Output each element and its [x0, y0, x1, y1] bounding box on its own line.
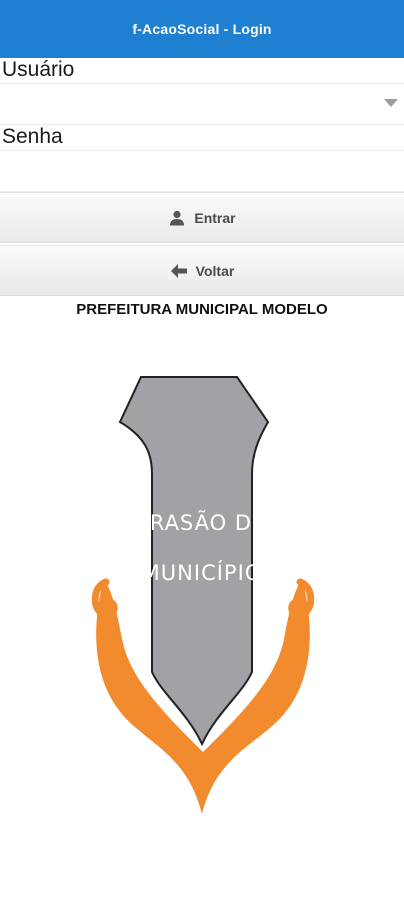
chevron-down-icon[interactable] [384, 99, 398, 107]
arrow-left-icon [170, 263, 188, 279]
back-button-label: Voltar [195, 262, 235, 279]
back-button[interactable]: Voltar [0, 245, 404, 296]
login-button-label: Entrar [194, 209, 236, 226]
crest-text-line1: BRASÃO DO [134, 509, 269, 535]
password-field[interactable] [0, 150, 404, 192]
user-label: Usuário [2, 58, 75, 81]
login-button[interactable]: Entrar [0, 192, 404, 243]
password-label: Senha [2, 125, 63, 148]
municipal-crest-logo: BRASÃO DO MUNICÍPIO [92, 376, 314, 814]
app-title: f-AcaoSocial - Login [132, 21, 272, 37]
crest-text-line2: MUNICÍPIO [142, 560, 263, 585]
app-header: f-AcaoSocial - Login [0, 0, 404, 58]
user-icon [168, 210, 186, 226]
login-screen: f-AcaoSocial - Login Usuário Senha Entra… [0, 0, 404, 900]
user-select[interactable] [0, 83, 404, 125]
organization-name: PREFEITURA MUNICIPAL MODELO [76, 301, 328, 318]
